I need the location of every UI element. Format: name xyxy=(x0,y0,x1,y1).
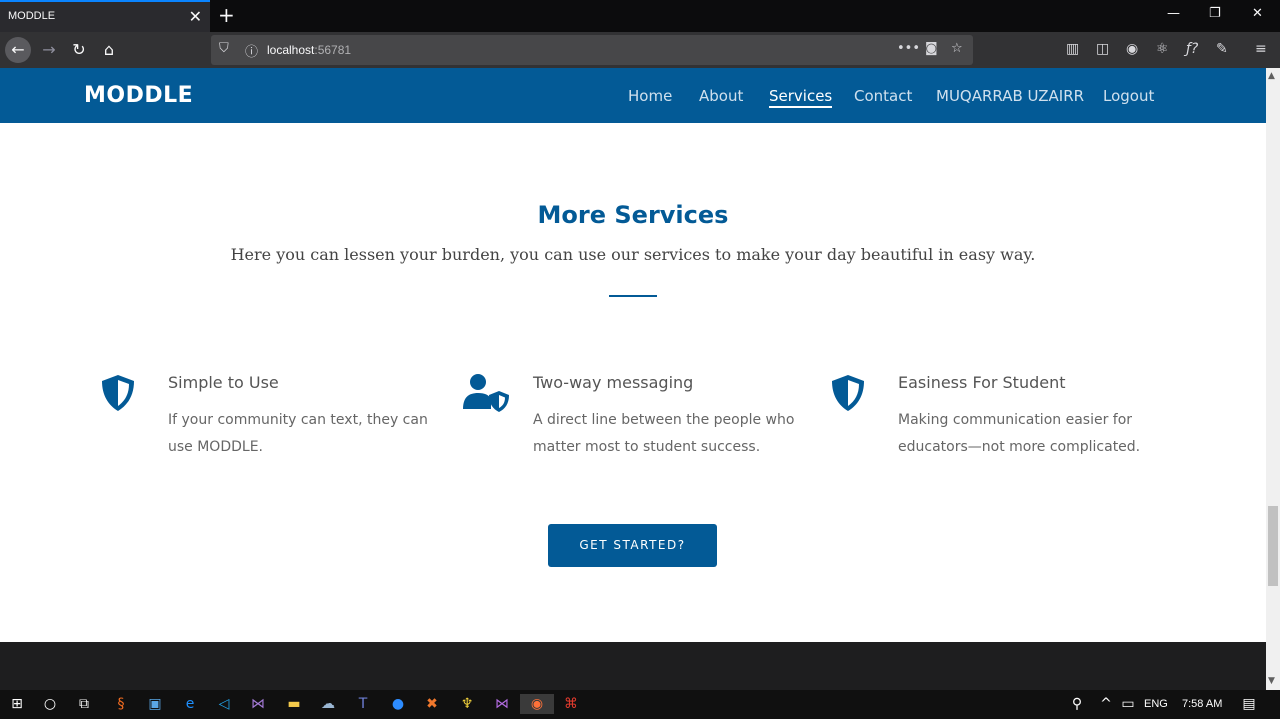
font-finder-icon[interactable]: ƒ? xyxy=(1186,41,1198,57)
service-item: Easiness For Student Making communicatio… xyxy=(828,373,1168,473)
python-icon[interactable]: ♆ xyxy=(457,694,477,714)
pocket-icon[interactable]: ◙ xyxy=(925,41,938,56)
service-description: If your community can text, they can use… xyxy=(168,412,428,455)
tracking-shield-icon[interactable]: ⛉ xyxy=(219,41,229,56)
browser-toolbar: ← → ↻ ⌂ ⛉ ⓘ localhost:56781 ••• ◙ ☆ ▥ ◫ … xyxy=(0,32,1280,68)
people-icon[interactable]: ⚲ xyxy=(1067,694,1087,714)
nav-contact[interactable]: Contact xyxy=(854,87,912,105)
services-section: More Services Here you can lessen your b… xyxy=(0,123,1266,642)
page-scrollbar[interactable]: ▲ ▼ xyxy=(1266,68,1280,690)
task-view-icon[interactable]: ⧉ xyxy=(74,694,94,714)
get-started-button[interactable]: GET STARTED? xyxy=(548,524,717,567)
footer xyxy=(0,642,1266,690)
brand-logo[interactable]: MODDLE xyxy=(84,83,193,108)
nav-about[interactable]: About xyxy=(699,87,743,105)
url-text[interactable]: localhost:56781 xyxy=(267,43,351,57)
service-title: Easiness For Student xyxy=(898,373,1066,392)
section-subtitle: Here you can lessen your burden, you can… xyxy=(230,245,1036,264)
page-actions-icon[interactable]: ••• xyxy=(897,41,920,56)
site-navbar: MODDLE Home About Services Contact MUQAR… xyxy=(0,68,1266,123)
menu-icon[interactable]: ≡ xyxy=(1255,41,1267,57)
service-title: Two-way messaging xyxy=(533,373,694,392)
service-item: Simple to Use If your community can text… xyxy=(98,373,438,473)
cortana-icon[interactable]: ○ xyxy=(40,694,60,714)
app-icon[interactable]: ☁ xyxy=(318,694,338,714)
react-devtools-icon[interactable]: ⚛ xyxy=(1156,41,1169,57)
window-close-button[interactable]: ✕ xyxy=(1252,6,1263,21)
shield-icon xyxy=(102,375,134,411)
windows-taskbar: ⊞ ○ ⧉ § ▣ e ◁ ⋈ ▬ ☁ T ● ✖ ♆ ⋈ ◉ ⌘ ⚲ ^ ▭ … xyxy=(0,690,1280,719)
windows-start-icon[interactable]: ⊞ xyxy=(7,694,27,714)
notifications-icon[interactable]: ▤ xyxy=(1239,694,1259,714)
user-shield-icon xyxy=(463,374,509,412)
library-icon[interactable]: ▥ xyxy=(1066,41,1079,57)
visual-studio-icon[interactable]: ⋈ xyxy=(248,694,268,714)
sublime-icon[interactable]: § xyxy=(111,694,131,714)
teams-icon[interactable]: T xyxy=(353,694,373,714)
reload-icon[interactable]: ↻ xyxy=(66,37,92,63)
sidebar-icon[interactable]: ◫ xyxy=(1096,41,1109,57)
browser-tab-strip: MODDLE ✕ + — ❐ ✕ xyxy=(0,0,1280,32)
scroll-thumb[interactable] xyxy=(1268,506,1278,586)
tab-close-icon[interactable]: ✕ xyxy=(189,7,202,26)
clock[interactable]: 7:58 AM xyxy=(1182,698,1222,710)
edge-icon[interactable]: e xyxy=(180,694,200,714)
account-icon[interactable]: ◉ xyxy=(1126,41,1138,57)
back-arrow-icon[interactable]: ← xyxy=(5,37,31,63)
nav-home[interactable]: Home xyxy=(628,87,672,105)
service-description: A direct line between the people who mat… xyxy=(533,412,795,455)
file-explorer-icon[interactable]: ▬ xyxy=(284,694,304,714)
minimize-button[interactable]: — xyxy=(1167,6,1180,21)
section-title: More Services xyxy=(537,201,729,229)
title-divider xyxy=(609,295,657,297)
control-panel-icon[interactable]: ▣ xyxy=(145,694,165,714)
new-tab-button[interactable]: + xyxy=(218,3,235,27)
restore-button[interactable]: ❐ xyxy=(1209,6,1221,21)
scroll-up-arrow-icon[interactable]: ▲ xyxy=(1268,71,1275,81)
firefox-icon[interactable]: ◉ xyxy=(520,694,554,714)
service-item: Two-way messaging A direct line between … xyxy=(463,373,803,473)
site-info-icon[interactable]: ⓘ xyxy=(245,41,258,60)
bookmark-star-icon[interactable]: ☆ xyxy=(951,41,963,56)
tray-chevron-icon[interactable]: ^ xyxy=(1096,694,1116,714)
service-title: Simple to Use xyxy=(168,373,279,392)
xampp-icon[interactable]: ✖ xyxy=(422,694,442,714)
battery-icon[interactable]: ▭ xyxy=(1118,694,1138,714)
nav-user[interactable]: MUQARRAB UZAIRR xyxy=(936,87,1084,105)
language-indicator[interactable]: ENG xyxy=(1144,698,1168,710)
tab-title: MODDLE xyxy=(8,10,56,22)
acrobat-icon[interactable]: ⌘ xyxy=(561,694,581,714)
home-icon[interactable]: ⌂ xyxy=(96,37,122,63)
zoom-icon[interactable]: ● xyxy=(388,694,408,714)
shield-icon xyxy=(832,375,864,411)
nav-logout[interactable]: Logout xyxy=(1103,87,1154,105)
scroll-down-arrow-icon[interactable]: ▼ xyxy=(1268,676,1275,686)
nav-services[interactable]: Services xyxy=(769,87,833,108)
forward-arrow-icon[interactable]: → xyxy=(36,37,62,63)
browser-tab[interactable]: MODDLE ✕ xyxy=(0,0,210,32)
color-picker-icon[interactable]: ✎ xyxy=(1216,41,1228,57)
visual-studio-2-icon[interactable]: ⋈ xyxy=(492,694,512,714)
service-description: Making communication easier for educator… xyxy=(898,412,1141,455)
url-bar[interactable]: ⛉ ⓘ localhost:56781 ••• ◙ ☆ xyxy=(211,35,973,65)
vscode-icon[interactable]: ◁ xyxy=(214,694,234,714)
